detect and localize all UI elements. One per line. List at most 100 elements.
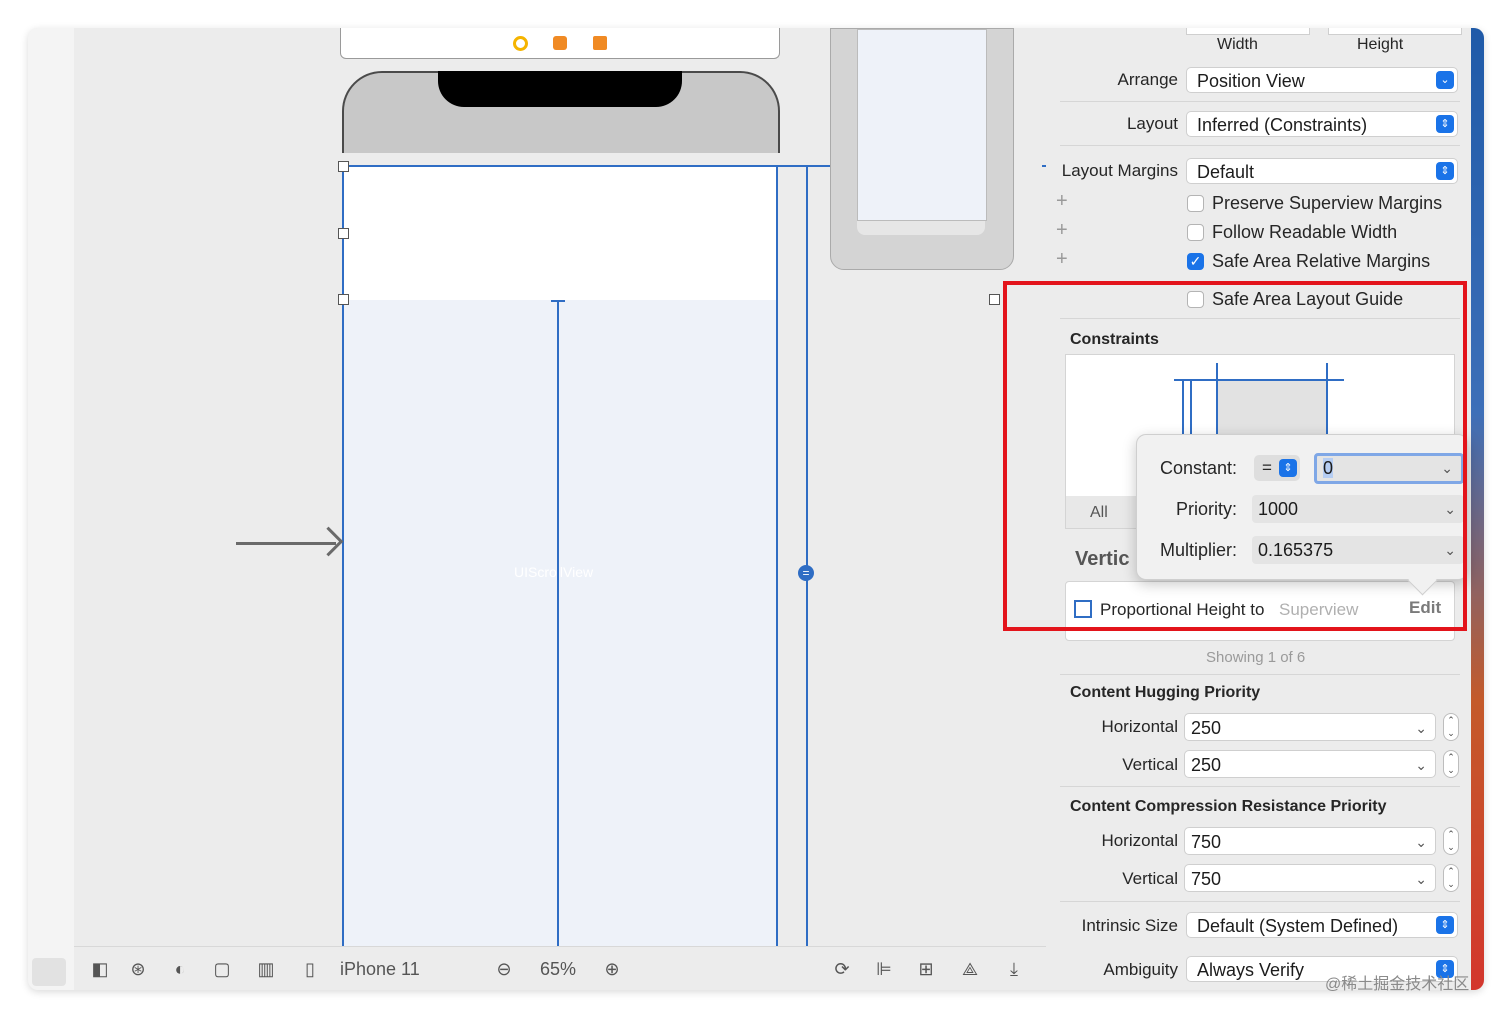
top-view[interactable]: [344, 166, 776, 300]
preserve-superview-margins-label: Preserve Superview Margins: [1212, 193, 1443, 213]
chevron-down-icon: ⌄: [1415, 757, 1427, 773]
equal-constraint-badge[interactable]: =: [798, 565, 814, 581]
chevron-down-icon: ⌄: [1415, 871, 1427, 887]
trailing-edge-line: [776, 165, 778, 950]
chevron-down-icon: ⌄: [1436, 71, 1454, 89]
height-constraint-cap: [800, 165, 814, 167]
device-name[interactable]: iPhone 11: [340, 959, 420, 980]
intrinsic-size-popup[interactable]: Default (System Defined) ⇕: [1186, 912, 1458, 938]
compression-vertical-label: Vertical: [1122, 869, 1178, 888]
safe-area-relative-margins-label: Safe Area Relative Margins: [1212, 251, 1431, 271]
leading-edge-line: [342, 165, 344, 950]
device-notch: [438, 71, 682, 107]
intrinsic-size-value: Default (System Defined): [1197, 916, 1399, 936]
entry-point-arrowhead: [313, 526, 344, 557]
watermark: @稀土掘金技术社区: [1325, 976, 1470, 993]
scroll-view-label: UIScrollView: [514, 564, 594, 580]
compression-horizontal-stepper[interactable]: ⌃ ⌄: [1443, 827, 1459, 855]
compression-horizontal-label: Horizontal: [1101, 831, 1178, 850]
storyboard-canvas[interactable]: UIScrollView =: [74, 28, 1046, 990]
intrinsic-size-label: Intrinsic Size: [1081, 916, 1178, 935]
first-responder-icon[interactable]: [553, 36, 567, 50]
divider: [1060, 145, 1460, 146]
add-constraints-icon[interactable]: ⊞: [914, 957, 938, 981]
accessibility-icon[interactable]: ⊛: [126, 957, 150, 981]
window-edge-backdrop: [1471, 28, 1484, 990]
resize-handle[interactable]: [338, 161, 349, 172]
chevron-down-icon: ⌄: [1415, 834, 1427, 850]
hugging-horizontal-field[interactable]: 250 ⌄: [1184, 713, 1436, 741]
ambiguity-label: Ambiguity: [1103, 960, 1178, 979]
arrange-label: Arrange: [1117, 70, 1178, 89]
preserve-superview-margins-checkbox[interactable]: [1187, 195, 1204, 212]
highlight-box: [1003, 281, 1467, 631]
compression-vertical-value: 750: [1191, 869, 1222, 889]
divider: [1060, 901, 1460, 902]
updown-arrows-icon: ⇕: [1436, 162, 1454, 180]
hugging-vertical-stepper[interactable]: ⌃ ⌄: [1443, 750, 1459, 778]
height-field[interactable]: [1328, 28, 1462, 35]
ambiguity-value: Always Verify: [1197, 960, 1305, 980]
arrange-popup[interactable]: Position View ⌄: [1186, 67, 1458, 93]
resize-handle[interactable]: [989, 294, 1000, 305]
top-guide-line: [342, 165, 874, 167]
updown-arrows-icon: ⇕: [1436, 115, 1454, 133]
document-outline-icon[interactable]: ◧: [88, 957, 112, 981]
exit-icon[interactable]: [593, 36, 607, 50]
zoom-in-icon[interactable]: ⊕: [600, 957, 624, 981]
height-constraint-line: [806, 165, 808, 950]
canvas-bottom-bar: ◧ ⊛ ◐ ▢ ▥ ▯ iPhone 11 ⊖ 65% ⊕ ⟳ ⊫ ⊞ ⟁ ⤓: [74, 946, 1046, 990]
compression-title: Content Compression Resistance Priority: [1070, 798, 1387, 815]
secondary-scene-bottom: [857, 221, 985, 235]
embed-in-icon[interactable]: ⤓: [1002, 957, 1026, 981]
add-variation-icon[interactable]: +: [1056, 248, 1068, 271]
appearance-icon[interactable]: ◐: [168, 957, 192, 981]
hugging-horizontal-value: 250: [1191, 718, 1222, 738]
top-guide-line-right: [1042, 165, 1046, 167]
update-frames-icon[interactable]: ⟳: [830, 957, 854, 981]
secondary-scene-view: [857, 29, 987, 221]
scroll-view[interactable]: UIScrollView: [344, 300, 776, 950]
compression-horizontal-value: 750: [1191, 832, 1222, 852]
constraints-count: Showing 1 of 6: [1206, 649, 1306, 666]
zoom-out-icon[interactable]: ⊖: [492, 957, 516, 981]
compression-vertical-stepper[interactable]: ⌃ ⌄: [1443, 864, 1459, 892]
device-icon[interactable]: ▯: [298, 957, 322, 981]
follow-readable-width-checkbox[interactable]: [1187, 224, 1204, 241]
compression-horizontal-field[interactable]: 750 ⌄: [1184, 827, 1436, 855]
resolve-issues-icon[interactable]: ⟁: [958, 957, 982, 981]
orientation-icon[interactable]: ▢: [210, 957, 234, 981]
layout-popup[interactable]: Inferred (Constraints) ⇕: [1186, 111, 1458, 137]
compression-vertical-field[interactable]: 750 ⌄: [1184, 864, 1436, 892]
divider: [1060, 101, 1460, 102]
navigator-toggle[interactable]: [32, 958, 66, 986]
layout-value: Inferred (Constraints): [1197, 115, 1368, 135]
chevron-down-icon: ⌄: [1415, 720, 1427, 736]
scene-dock: [340, 28, 780, 59]
width-label: Width: [1217, 36, 1258, 53]
secondary-scene[interactable]: [830, 28, 1014, 270]
hugging-title: Content Hugging Priority: [1070, 684, 1261, 701]
divider: [1060, 674, 1460, 675]
arrange-value: Position View: [1197, 71, 1305, 91]
resize-handle[interactable]: [338, 294, 349, 305]
width-field[interactable]: [1186, 28, 1310, 35]
height-label: Height: [1357, 36, 1404, 53]
add-variation-icon[interactable]: +: [1056, 190, 1068, 213]
layout-margins-popup[interactable]: Default ⇕: [1186, 158, 1458, 184]
layout-label: Layout: [1126, 114, 1178, 133]
left-gutter: [28, 28, 75, 990]
add-variation-icon[interactable]: +: [1056, 219, 1068, 242]
constraint-cap: [551, 300, 565, 302]
align-icon[interactable]: ⊫: [872, 957, 896, 981]
hugging-horizontal-stepper[interactable]: ⌃ ⌄: [1443, 713, 1459, 741]
safe-area-relative-margins-checkbox[interactable]: ✓: [1187, 253, 1204, 270]
resize-handle[interactable]: [338, 228, 349, 239]
layout-margins-label: Layout Margins: [1061, 161, 1178, 180]
updown-arrows-icon: ⇕: [1436, 916, 1454, 934]
zoom-level[interactable]: 65%: [540, 959, 576, 980]
hugging-vertical-field[interactable]: 250 ⌄: [1184, 750, 1436, 778]
follow-readable-width-label: Follow Readable Width: [1212, 222, 1398, 242]
view-controller-icon[interactable]: [513, 36, 528, 51]
split-view-icon[interactable]: ▥: [254, 957, 278, 981]
